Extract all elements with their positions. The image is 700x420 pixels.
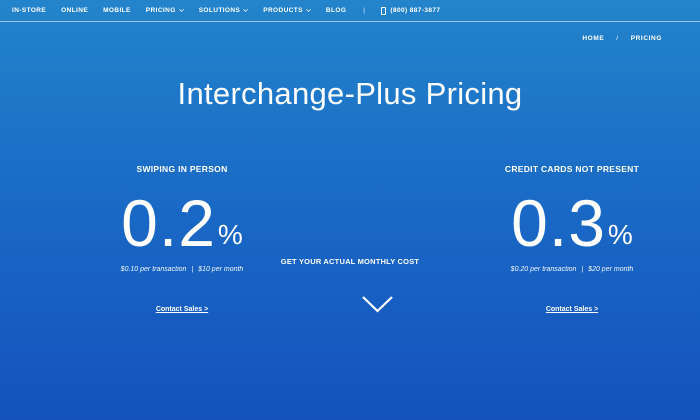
breadcrumb-home[interactable]: HOME: [582, 35, 604, 42]
rate-display: 0.3 %: [472, 190, 672, 256]
plan-in-person: SWIPING IN PERSON 0.2 % $0.10 per transa…: [82, 164, 282, 316]
plan-heading: SWIPING IN PERSON: [136, 164, 228, 174]
contact-sales-link[interactable]: Contact Sales >: [156, 306, 208, 313]
nav-item-products[interactable]: PRODUCTS: [263, 7, 311, 14]
plan-card-not-present: CREDIT CARDS NOT PRESENT 0.3 % $0.20 per…: [472, 164, 672, 316]
nav-item-label: BLOG: [325, 7, 347, 14]
breadcrumb-separator: /: [616, 35, 619, 42]
per-transaction-fee: $0.10 per transaction: [120, 266, 187, 273]
rate-value: 0.2: [121, 186, 216, 260]
monthly-fee: $20 per month: [588, 266, 634, 273]
phone-number: (800) 887-3877: [390, 7, 441, 14]
nav-item-label: SOLUTIONS: [198, 7, 241, 14]
rate-value: 0.3: [511, 186, 606, 260]
nav-item-label: PRICING: [145, 7, 176, 14]
monthly-cost-cta[interactable]: GET YOUR ACTUAL MONTHLY COST: [250, 257, 450, 266]
nav-item-blog[interactable]: BLOG: [326, 7, 346, 14]
chevron-down-icon: [178, 9, 184, 12]
fee-details: $0.10 per transaction | $10 per month: [82, 266, 282, 273]
nav-item-label: PRODUCTS: [263, 7, 303, 14]
rate-unit: %: [607, 219, 633, 250]
monthly-fee: $10 per month: [198, 266, 244, 273]
chevron-down-icon: [243, 9, 249, 12]
chevron-down-icon[interactable]: [361, 295, 394, 314]
contact-sales-link[interactable]: Contact Sales >: [546, 306, 598, 313]
nav-item-online[interactable]: ONLINE: [61, 7, 88, 14]
fee-details: $0.20 per transaction | $20 per month: [472, 266, 672, 273]
per-transaction-fee: $0.20 per transaction: [510, 266, 577, 273]
top-navigation: IN-STORE ONLINE MOBILE PRICING SOLUTIONS…: [0, 0, 700, 22]
plan-heading: CREDIT CARDS NOT PRESENT: [504, 164, 640, 174]
fee-separator: |: [191, 266, 194, 273]
nav-item-pricing[interactable]: PRICING: [146, 7, 184, 14]
nav-item-label: MOBILE: [103, 7, 131, 14]
phone-icon: [381, 6, 387, 15]
breadcrumb: HOME / PRICING: [582, 35, 662, 42]
nav-separator: |: [363, 7, 366, 14]
nav-item-solutions[interactable]: SOLUTIONS: [199, 7, 249, 14]
nav-item-in-store[interactable]: IN-STORE: [12, 7, 46, 14]
phone-link[interactable]: (800) 887-3877: [381, 6, 441, 15]
breadcrumb-current: PRICING: [630, 35, 662, 42]
page-title: Interchange-Plus Pricing: [177, 76, 523, 111]
chevron-down-icon: [306, 9, 311, 12]
nav-item-mobile[interactable]: MOBILE: [103, 7, 131, 14]
nav-item-label: ONLINE: [61, 7, 89, 14]
fee-separator: |: [581, 266, 584, 273]
rate-unit: %: [217, 219, 243, 250]
nav-item-label: IN-STORE: [12, 7, 47, 14]
rate-display: 0.2 %: [82, 190, 282, 256]
